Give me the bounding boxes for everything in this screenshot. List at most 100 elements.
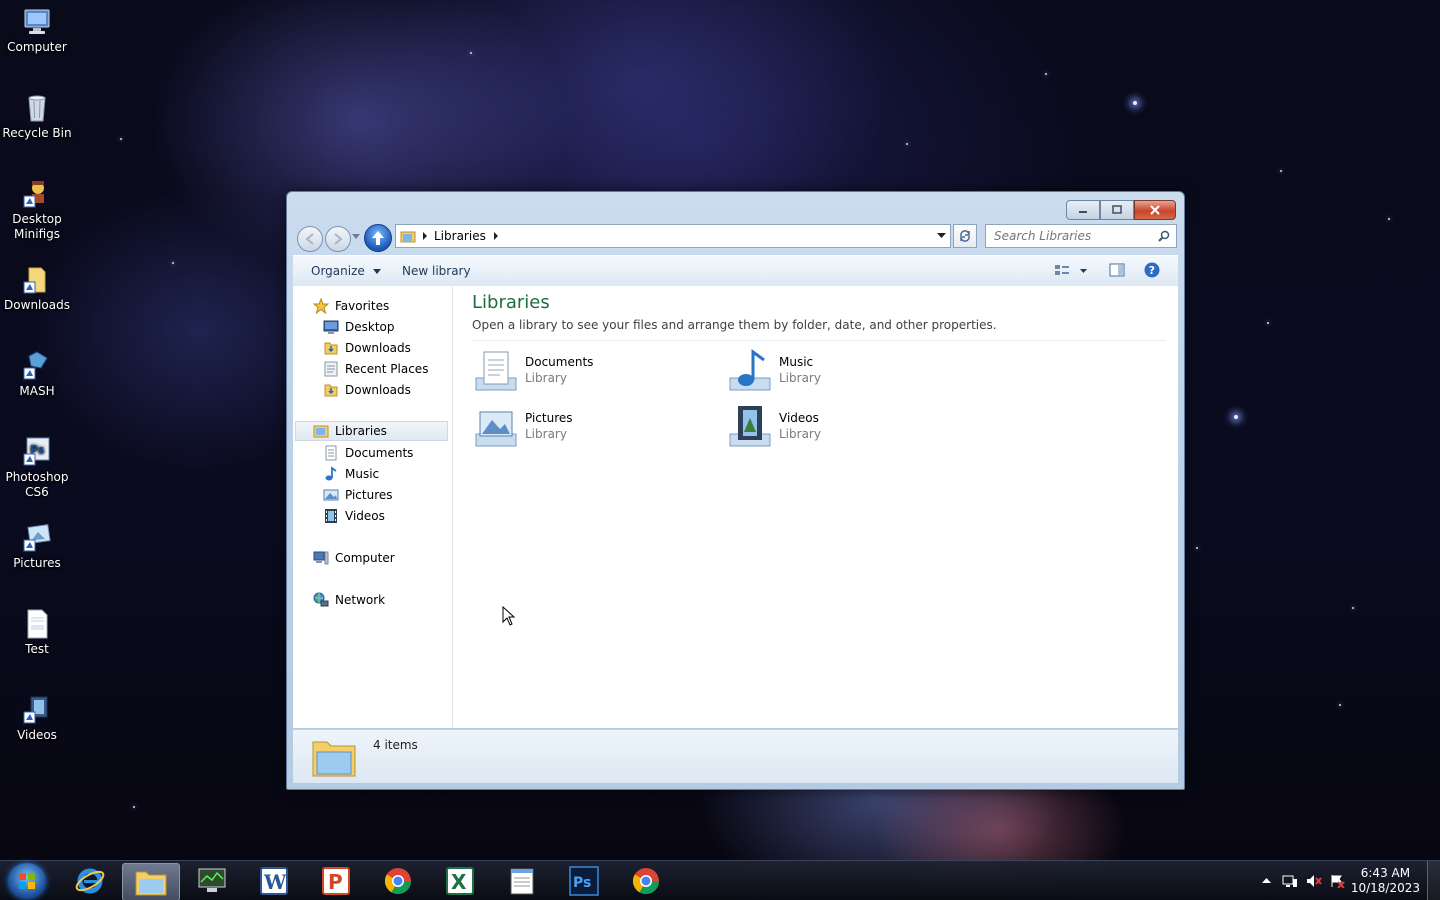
start-button[interactable] xyxy=(8,863,46,899)
downloads-folder-icon xyxy=(324,342,338,355)
taskbar-photoshop[interactable]: Ps xyxy=(556,863,612,899)
computer-icon xyxy=(24,9,50,34)
desktop-icon-label: Computer xyxy=(7,40,67,54)
taskbar-chrome-2[interactable] xyxy=(618,863,674,899)
photoshop-icon: Ps xyxy=(23,437,50,466)
computer-icon xyxy=(313,551,329,565)
show-desktop-button[interactable] xyxy=(1427,861,1440,900)
nav-item-downloads-2[interactable]: Downloads xyxy=(323,380,411,400)
minimize-icon xyxy=(1079,211,1087,213)
film-strip-icon xyxy=(325,509,337,523)
library-item-music[interactable]: Music Library xyxy=(726,348,966,400)
library-item-pictures[interactable]: Pictures Library xyxy=(472,404,712,456)
desktop-icon-label: Test xyxy=(25,642,49,656)
nav-item-videos[interactable]: Videos xyxy=(323,506,385,526)
search-box[interactable] xyxy=(985,224,1177,248)
folder-icon xyxy=(135,871,167,896)
mouse-cursor-icon xyxy=(502,606,516,626)
nav-libraries[interactable]: Libraries xyxy=(295,421,448,441)
breadcrumb-libraries[interactable]: Libraries xyxy=(434,229,486,243)
powerpoint-icon: P xyxy=(322,867,350,895)
maximize-button[interactable] xyxy=(1100,200,1134,220)
desktop-icon-label: Recycle Bin xyxy=(2,126,72,140)
chevron-down-icon xyxy=(372,269,381,274)
desktop-icon-computer[interactable]: Computer xyxy=(0,6,74,55)
volume-muted-icon[interactable] xyxy=(1306,874,1322,888)
library-item-documents[interactable]: Documents Library xyxy=(472,348,712,400)
taskbar-internet-explorer[interactable] xyxy=(62,863,118,899)
nav-favorites[interactable]: Favorites xyxy=(313,296,389,316)
desktop-icon-label: Photoshop CS6 xyxy=(5,470,69,499)
command-bar: Organize New library ? xyxy=(293,255,1178,287)
nav-item-documents[interactable]: Documents xyxy=(323,443,413,463)
action-center-flag-icon[interactable] xyxy=(1330,874,1346,888)
close-button[interactable] xyxy=(1134,200,1176,220)
taskbar-word[interactable]: W xyxy=(246,863,302,899)
network-status-icon[interactable] xyxy=(1282,874,1298,888)
item-count: 4 items xyxy=(373,738,418,752)
recent-places-icon xyxy=(324,361,338,377)
mash-app-icon xyxy=(23,351,48,380)
up-button[interactable] xyxy=(364,224,392,252)
library-name: Music xyxy=(779,355,814,369)
desktop-icon-photoshop-cs6[interactable]: Ps Photoshop CS6 xyxy=(0,436,74,500)
library-type: Library xyxy=(779,371,821,385)
desktop-icon-label: Downloads xyxy=(4,298,70,312)
search-input[interactable] xyxy=(992,228,1156,244)
desktop-icon-test[interactable]: Test xyxy=(0,608,74,657)
folder-icon xyxy=(23,267,46,294)
search-icon[interactable] xyxy=(1158,230,1170,242)
nav-item-music[interactable]: Music xyxy=(323,464,379,484)
recent-pages-dropdown-icon[interactable] xyxy=(352,234,360,240)
desktop-icon-mash[interactable]: MASH xyxy=(0,350,74,399)
change-view-icon[interactable] xyxy=(1054,264,1088,278)
nav-item-recent-places[interactable]: Recent Places xyxy=(323,359,428,379)
minimize-button[interactable] xyxy=(1066,200,1100,220)
page-description: Open a library to see your files and arr… xyxy=(472,318,997,332)
organize-menu[interactable]: Organize xyxy=(311,264,382,278)
network-icon xyxy=(313,592,329,607)
forward-button[interactable] xyxy=(325,226,351,252)
nav-computer[interactable]: Computer xyxy=(313,548,395,568)
star-icon xyxy=(313,298,329,314)
address-bar[interactable]: Libraries xyxy=(395,224,951,248)
recycle-bin-icon xyxy=(28,95,46,122)
taskbar-task-manager[interactable] xyxy=(184,863,240,899)
desktop-icon-recycle-bin[interactable]: Recycle Bin xyxy=(0,92,74,141)
breadcrumb-arrow-icon[interactable] xyxy=(493,232,499,240)
taskbar-notepad[interactable] xyxy=(494,863,550,899)
taskbar-windows-explorer[interactable] xyxy=(122,863,180,900)
refresh-button[interactable] xyxy=(953,224,977,248)
nav-network[interactable]: Network xyxy=(313,590,385,610)
desktop-icon-pictures[interactable]: Pictures xyxy=(0,522,74,571)
nav-item-desktop[interactable]: Desktop xyxy=(323,317,395,337)
nav-item-pictures[interactable]: Pictures xyxy=(323,485,393,505)
libraries-folder-icon xyxy=(312,741,356,777)
library-type: Library xyxy=(779,427,821,441)
new-library-button[interactable]: New library xyxy=(402,264,471,278)
desktop-icon-videos[interactable]: Videos xyxy=(0,694,74,743)
desktop-icon-downloads[interactable]: Downloads xyxy=(0,264,74,313)
taskbar-chrome[interactable] xyxy=(370,863,426,899)
help-icon[interactable]: ? xyxy=(1144,262,1160,278)
music-note-icon xyxy=(325,466,337,481)
svg-text:X: X xyxy=(451,870,467,894)
address-dropdown-icon[interactable] xyxy=(937,233,946,239)
library-name: Videos xyxy=(779,411,819,425)
svg-text:Ps: Ps xyxy=(573,875,591,891)
nav-item-label: Desktop xyxy=(345,320,395,334)
library-item-videos[interactable]: Videos Library xyxy=(726,404,966,456)
nav-item-label: Music xyxy=(345,467,380,481)
taskbar-powerpoint[interactable]: P xyxy=(308,863,364,899)
forward-arrow-icon xyxy=(334,233,343,245)
documents-icon xyxy=(325,445,337,461)
back-button[interactable] xyxy=(297,226,323,252)
nav-item-downloads[interactable]: Downloads xyxy=(323,338,411,358)
desktop-icon-desktop-minifigs[interactable]: Desktop Minifigs xyxy=(0,178,74,242)
nav-network-label: Network xyxy=(335,593,386,607)
show-hidden-icons-icon[interactable] xyxy=(1262,878,1271,884)
clock[interactable]: 6:43 AM 10/18/2023 xyxy=(1351,866,1420,896)
breadcrumb-arrow-icon[interactable] xyxy=(422,232,428,240)
preview-pane-icon[interactable] xyxy=(1109,263,1125,277)
taskbar-excel[interactable]: X xyxy=(432,863,488,899)
